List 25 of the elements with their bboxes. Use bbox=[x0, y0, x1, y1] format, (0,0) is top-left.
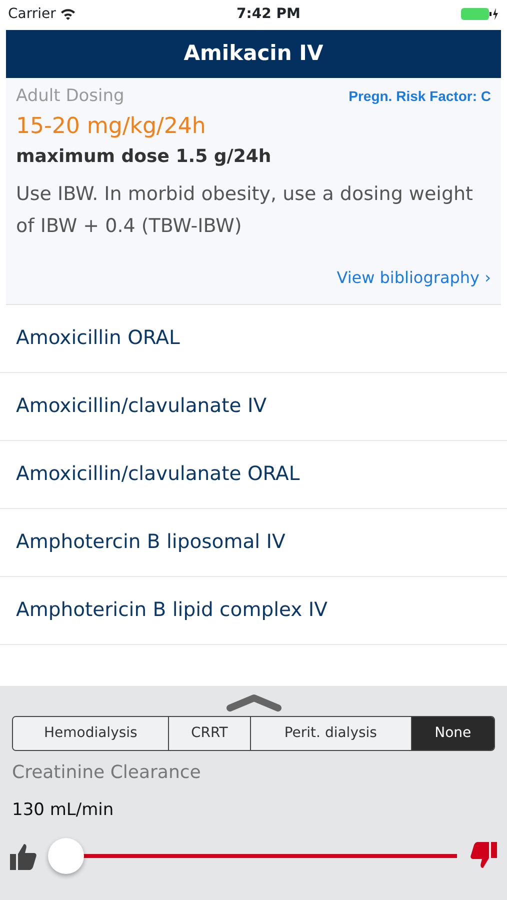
drug-list-item[interactable]: Amoxicillin/clavulanate ORAL bbox=[0, 440, 507, 508]
dialysis-segment[interactable]: CRRT bbox=[168, 717, 250, 750]
bibliography-link[interactable]: View bibliography › bbox=[336, 266, 491, 290]
drug-list-item[interactable]: Amoxicillin/clavulanate IV bbox=[0, 372, 507, 440]
dialysis-segment[interactable]: Hemodialysis bbox=[13, 717, 168, 750]
battery-icon bbox=[461, 7, 499, 21]
slider-thumb[interactable] bbox=[48, 838, 84, 874]
section-label: Adult Dosing bbox=[16, 85, 124, 108]
dialysis-segment[interactable]: None bbox=[410, 717, 494, 750]
chevron-up-icon[interactable] bbox=[226, 694, 282, 712]
wifi-icon bbox=[60, 8, 76, 20]
dialysis-segment[interactable]: Perit. dialysis bbox=[250, 717, 411, 750]
drug-list-item[interactable]: Amphotercin B liposomal IV bbox=[0, 508, 507, 576]
page-title: Amikacin IV bbox=[184, 40, 324, 68]
drug-list-item[interactable]: Amphotericin B lipid complex IV bbox=[0, 576, 507, 644]
max-dose-text: maximum dose 1.5 g/24h bbox=[16, 144, 272, 168]
risk-factor-label: Pregn. Risk Factor: C bbox=[348, 87, 491, 106]
drug-list-item[interactable]: Amoxicillin ORAL bbox=[0, 304, 507, 372]
clock-time: 7:42 PM bbox=[236, 4, 300, 24]
thumbs-down-icon bbox=[469, 840, 499, 870]
dose-text: 15-20 mg/kg/24h bbox=[16, 112, 207, 140]
carrier-text: Carrier bbox=[8, 4, 56, 24]
dosing-note: Use IBW. In morbid obesity, use a dosing weight of IBW + 0.4 (TBW-IBW) bbox=[16, 182, 474, 238]
clearance-value: 130 mL/min bbox=[12, 799, 115, 822]
clearance-label: Creatinine Clearance bbox=[12, 761, 202, 785]
